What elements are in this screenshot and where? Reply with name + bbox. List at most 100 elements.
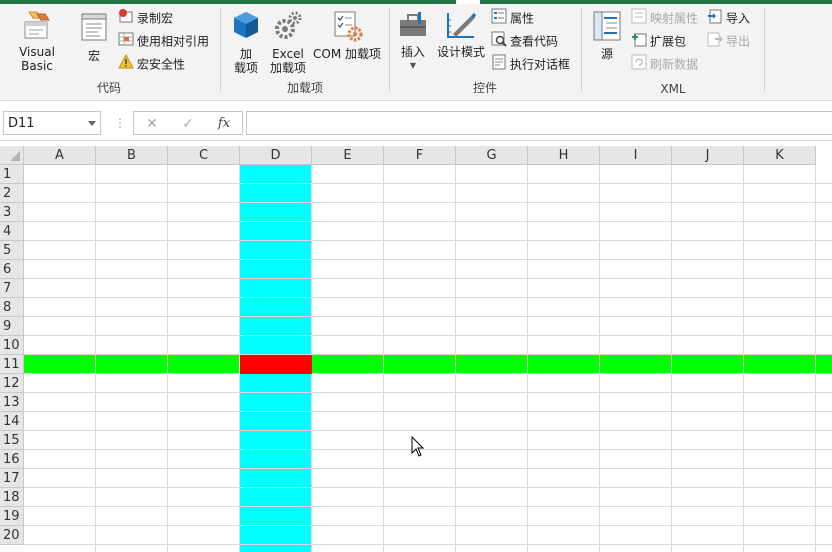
- relative-refs-button[interactable]: 使用相对引用: [118, 31, 209, 51]
- column-header-j[interactable]: J: [672, 146, 744, 165]
- column-header-k[interactable]: K: [744, 146, 816, 165]
- warning-icon: [118, 53, 134, 76]
- grid-line-vertical: [455, 165, 456, 552]
- row-header-9[interactable]: 9: [0, 317, 24, 336]
- xml-group: 源 映射属性 扩展包 刷新数据 导入 导出 XML: [583, 6, 763, 98]
- macro-security-label: 宏安全性: [137, 57, 186, 72]
- grid-line-horizontal: [24, 468, 832, 469]
- grid-line-horizontal: [24, 544, 832, 545]
- column-header-d[interactable]: D: [240, 146, 312, 165]
- source-label: 源: [600, 47, 613, 61]
- row-header-10[interactable]: 10: [0, 336, 24, 355]
- column-header-b[interactable]: B: [96, 146, 168, 165]
- import-icon: [707, 8, 723, 30]
- insert-function-icon[interactable]: fx: [214, 115, 234, 133]
- row-header-3[interactable]: 3: [0, 203, 24, 222]
- formula-input[interactable]: [246, 111, 832, 135]
- com-addins-button[interactable]: COM 加载项: [310, 10, 384, 61]
- row-header-15[interactable]: 15: [0, 431, 24, 450]
- row-header-5[interactable]: 5: [0, 241, 24, 260]
- row-header-8[interactable]: 8: [0, 298, 24, 317]
- run-dialog-button[interactable]: 执行对话框: [491, 54, 570, 74]
- relative-refs-icon: [118, 31, 134, 53]
- visual-basic-button[interactable]: Visual Basic: [2, 10, 72, 73]
- grid-line-vertical: [383, 165, 384, 552]
- column-header-g[interactable]: G: [456, 146, 528, 165]
- ribbon: Visual Basic 宏 录制宏 使用相对引用 宏安全性 代码 加 载项 E…: [0, 0, 832, 101]
- design-mode-button[interactable]: 设计模式: [433, 10, 489, 59]
- visual-basic-icon: [2, 10, 72, 43]
- insert-control-label: 插入: [400, 45, 425, 59]
- source-button[interactable]: 源: [589, 10, 625, 61]
- grid-line-vertical: [527, 165, 528, 552]
- grid-line-horizontal: [24, 202, 832, 203]
- com-addins-icon: [310, 10, 384, 45]
- column-header-c[interactable]: C: [168, 146, 240, 165]
- column-header-e[interactable]: E: [312, 146, 384, 165]
- macro-security-button[interactable]: 宏安全性: [118, 53, 186, 76]
- grid-line-horizontal: [24, 278, 832, 279]
- properties-icon: [491, 8, 507, 30]
- grid-line-vertical: [599, 165, 600, 552]
- row-header-2[interactable]: 2: [0, 184, 24, 203]
- expansion-packs-icon: [631, 31, 647, 53]
- grid-line-vertical: [167, 165, 168, 552]
- record-macro-button[interactable]: 录制宏: [118, 8, 173, 28]
- grid-line-horizontal: [24, 259, 832, 260]
- map-properties-button[interactable]: 映射属性: [631, 8, 698, 28]
- row-header-19[interactable]: 19: [0, 507, 24, 526]
- worksheet-grid: ABCDEFGHIJK 1 2 3 4 5 6 7 8 9 10 11 12 13 14 15 16 17 18 1…: [0, 146, 832, 552]
- row-header-13[interactable]: 13: [0, 393, 24, 412]
- grid-line-horizontal: [24, 506, 832, 507]
- name-box[interactable]: D11: [3, 111, 101, 135]
- chevron-down-icon[interactable]: [88, 121, 96, 126]
- formula-buttons: ✕ ✓ fx: [133, 111, 243, 135]
- design-mode-label: 设计模式: [436, 45, 485, 59]
- row-header-16[interactable]: 16: [0, 450, 24, 469]
- export-button[interactable]: 导出: [707, 31, 750, 51]
- excel-addins-label-line2: 加载项: [269, 61, 306, 75]
- formula-bar-grip[interactable]: ⋮: [114, 116, 126, 130]
- excel-addins-button[interactable]: Excel 加载项: [266, 10, 310, 75]
- group-separator: [764, 8, 765, 92]
- row-header-12[interactable]: 12: [0, 374, 24, 393]
- cancel-icon[interactable]: ✕: [142, 115, 162, 133]
- chevron-down-icon: ▼: [409, 61, 417, 70]
- import-button[interactable]: 导入: [707, 8, 750, 28]
- row-header-17[interactable]: 17: [0, 469, 24, 488]
- active-cell[interactable]: [240, 355, 312, 374]
- row-header-4[interactable]: 4: [0, 222, 24, 241]
- row-header-20[interactable]: 20: [0, 526, 24, 545]
- grid-line-vertical: [95, 165, 96, 552]
- row-header-11[interactable]: 11: [0, 355, 24, 374]
- xml-group-label: XML: [660, 82, 686, 96]
- row-header-7[interactable]: 7: [0, 279, 24, 298]
- row-header-1[interactable]: 1: [0, 165, 24, 184]
- view-code-button[interactable]: 查看代码: [491, 31, 558, 51]
- name-box-value: D11: [8, 116, 35, 131]
- controls-group: 插入 ▼ 设计模式 属性 查看代码 执行对话框 控件: [391, 6, 579, 98]
- column-header-a[interactable]: A: [24, 146, 96, 165]
- relative-refs-label: 使用相对引用: [137, 34, 210, 49]
- macros-button[interactable]: 宏: [76, 10, 112, 63]
- row-header-6[interactable]: 6: [0, 260, 24, 279]
- grid-line-vertical: [815, 165, 816, 552]
- com-addins-label: COM 加载项: [313, 47, 381, 61]
- column-header-f[interactable]: F: [384, 146, 456, 165]
- row-header-18[interactable]: 18: [0, 488, 24, 507]
- enter-icon[interactable]: ✓: [178, 115, 198, 133]
- column-header-h[interactable]: H: [528, 146, 600, 165]
- grid-line-horizontal: [24, 221, 832, 222]
- row-header-14[interactable]: 14: [0, 412, 24, 431]
- refresh-data-button[interactable]: 刷新数据: [631, 54, 698, 74]
- select-all-button[interactable]: [0, 146, 24, 165]
- cell-area[interactable]: [24, 165, 832, 552]
- excel-addins-label-line1: Excel: [272, 47, 304, 61]
- expansion-packs-button[interactable]: 扩展包: [631, 31, 686, 51]
- run-dialog-label: 执行对话框: [510, 57, 571, 72]
- import-label: 导入: [726, 11, 751, 26]
- properties-button[interactable]: 属性: [491, 8, 534, 28]
- column-header-i[interactable]: I: [600, 146, 672, 165]
- addins-button[interactable]: 加 载项: [228, 10, 264, 75]
- insert-control-button[interactable]: 插入 ▼: [395, 10, 431, 73]
